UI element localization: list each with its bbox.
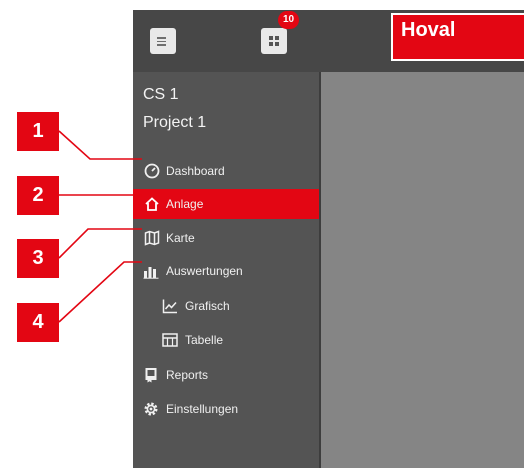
nav-item-label: Auswertungen [166, 264, 243, 278]
nav-item-label: Karte [166, 231, 195, 245]
nav-item-label: Tabelle [185, 333, 224, 347]
callout-1-leader [58, 130, 142, 160]
nav-item-dashboard[interactable]: Dashboard [133, 156, 319, 186]
nav-item-karte[interactable]: Karte [133, 223, 319, 253]
qr-code-button[interactable] [261, 28, 287, 54]
nav-item-reports[interactable]: Reports [133, 360, 319, 390]
menu-toggle-button[interactable] [150, 28, 176, 54]
top-bar: 10 Hoval [133, 10, 524, 72]
callout-2: 2 [17, 176, 59, 215]
bar-chart-icon [143, 263, 159, 279]
nav-item-label: Anlage [166, 197, 204, 211]
app-window: 10 Hoval CS 1 Project 1 Dashboard Anlage [133, 10, 524, 468]
hoval-logo: Hoval [391, 13, 524, 61]
gear-icon [143, 401, 159, 417]
callout-4-leader [58, 261, 142, 323]
nav-item-label: Einstellungen [166, 402, 239, 416]
main-content-area [321, 72, 524, 468]
nav-item-auswertungen[interactable]: Auswertungen [133, 256, 319, 286]
nav-item-anlage[interactable]: Anlage [133, 189, 319, 219]
table-icon [162, 332, 178, 348]
dashboard-gauge-icon [144, 163, 160, 179]
context-line-2: Project 1 [143, 114, 207, 131]
report-book-icon [143, 367, 159, 383]
context-line-1: CS 1 [143, 86, 179, 103]
home-icon [144, 196, 160, 212]
callout-4: 4 [17, 303, 59, 342]
nav-item-einstellungen[interactable]: Einstellungen [133, 394, 319, 424]
callout-3: 3 [17, 239, 59, 278]
notification-badge: 10 [278, 11, 299, 29]
nav-item-tabelle[interactable]: Tabelle [133, 325, 319, 355]
nav-item-label: Grafisch [185, 299, 230, 313]
map-icon [144, 230, 160, 246]
logo-text: Hoval [401, 19, 456, 41]
nav-item-label: Dashboard [166, 164, 225, 178]
nav-item-grafisch[interactable]: Grafisch [133, 291, 319, 321]
line-chart-icon [162, 298, 178, 314]
sidebar: CS 1 Project 1 Dashboard Anlage Karte Au… [133, 72, 319, 468]
callout-3-leader [58, 228, 142, 259]
nav-item-label: Reports [166, 368, 209, 382]
callout-1: 1 [17, 112, 59, 151]
